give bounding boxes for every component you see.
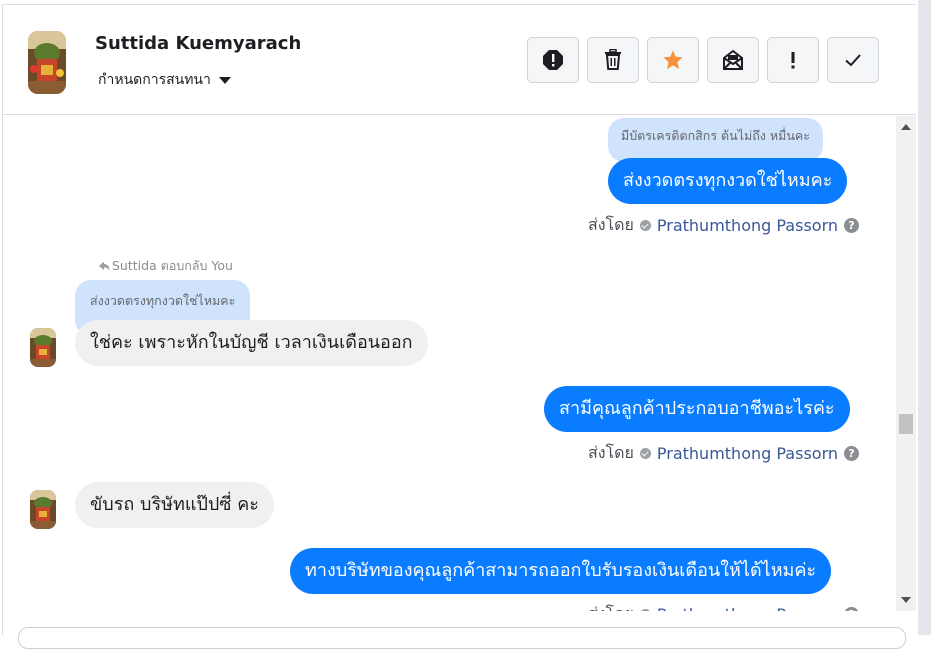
assign-label: กำหนดการสนทนา: [98, 72, 211, 88]
follow-up-button[interactable]: [767, 37, 819, 83]
message-text: ส่งงวดตรงทุกงวดใช่ไหมคะ: [623, 170, 833, 191]
agent-name-link[interactable]: Prathumthong Passorn: [657, 605, 838, 611]
conversation-header: Suttida Kuemyarach กำหนดการสนทนา: [3, 5, 916, 115]
verified-check-icon: [639, 609, 651, 611]
envelope-icon: [723, 49, 743, 70]
spam-button[interactable]: [527, 37, 579, 83]
message-text: ขับรถ บริษัทแป๊ปซี่ คะ: [90, 494, 259, 515]
outgoing-message-bubble[interactable]: ส่งงวดตรงทุกงวดใช่ไหมคะ: [608, 158, 848, 204]
scroll-up-arrow-icon[interactable]: [901, 124, 911, 130]
agent-name-link[interactable]: Prathumthong Passorn: [657, 216, 838, 235]
quoted-message: มีบัตรเครดิตกสิกร ต้นไม่ถึง หมื่นคะ: [608, 118, 823, 162]
sent-by-info: ส่งโดย Prathumthong Passorn ?: [588, 441, 859, 466]
message-scrollbar[interactable]: [896, 116, 916, 611]
assign-conversation-dropdown[interactable]: กำหนดการสนทนา: [98, 69, 231, 91]
contact-avatar[interactable]: [28, 31, 66, 94]
alert-octagon-icon: [543, 50, 563, 70]
message-text: ใช่คะ เพราะหักในบัญชี เวลาเงินเดือนออก: [90, 332, 413, 353]
help-icon[interactable]: ?: [844, 607, 859, 611]
caret-down-icon: [218, 76, 231, 84]
sent-by-info: ส่งโดย Prathumthong Passorn ?: [588, 213, 859, 238]
delete-button[interactable]: [587, 37, 639, 83]
mark-done-button[interactable]: [827, 37, 879, 83]
window-edge: [918, 0, 931, 635]
scroll-down-arrow-icon[interactable]: [901, 597, 911, 603]
help-icon[interactable]: ?: [844, 218, 859, 233]
contact-avatar[interactable]: [30, 328, 56, 367]
star-button[interactable]: [647, 37, 699, 83]
contact-name: Suttida Kuemyarach: [95, 33, 302, 54]
message-list[interactable]: มีบัตรเครดิตกสิกร ต้นไม่ถึง หมื่นคะ ส่งง…: [3, 116, 896, 611]
message-text: ทางบริษัทของคุณลูกค้าสามารถออกใบรับรองเง…: [305, 560, 817, 581]
contact-avatar[interactable]: [30, 490, 56, 529]
scrollbar-thumb[interactable]: [899, 414, 913, 434]
message-composer[interactable]: [18, 627, 906, 649]
verified-check-icon: [639, 448, 651, 459]
checkmark-icon: [845, 54, 861, 67]
sent-by-info: ส่งโดย Prathumthong Passorn ?: [588, 602, 859, 611]
trash-icon: [605, 49, 621, 70]
mark-unread-button[interactable]: [707, 37, 759, 83]
reply-arrow-icon: [99, 261, 110, 271]
outgoing-message-bubble[interactable]: สามีคุณลูกค้าประกอบอาชีพอะไรค่ะ: [544, 386, 850, 432]
star-icon: [663, 50, 683, 69]
outgoing-message-bubble[interactable]: ทางบริษัทของคุณลูกค้าสามารถออกใบรับรองเง…: [290, 548, 832, 594]
help-icon[interactable]: ?: [844, 446, 859, 461]
incoming-message-bubble[interactable]: ขับรถ บริษัทแป๊ปซี่ คะ: [75, 482, 274, 528]
reply-indicator: Suttida ตอบกลับ You: [99, 256, 233, 276]
message-text: สามีคุณลูกค้าประกอบอาชีพอะไรค่ะ: [559, 398, 835, 419]
incoming-message-bubble[interactable]: ใช่คะ เพราะหักในบัญชี เวลาเงินเดือนออก: [75, 320, 428, 366]
exclamation-icon: [791, 52, 795, 69]
verified-check-icon: [639, 220, 651, 231]
agent-name-link[interactable]: Prathumthong Passorn: [657, 444, 838, 463]
